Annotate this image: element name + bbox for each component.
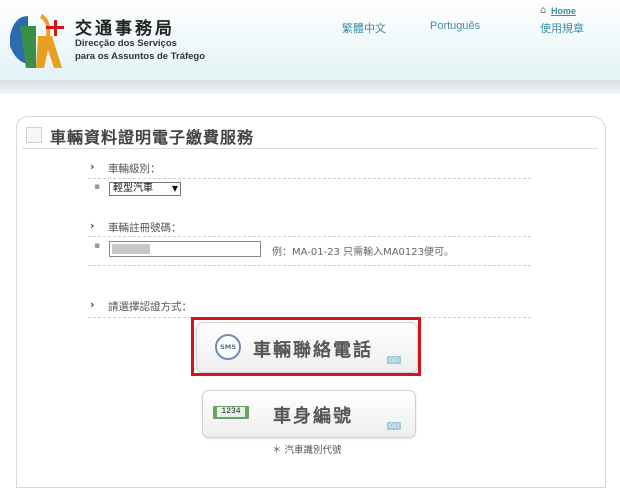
verification-method-label: 請選擇認證方式：	[108, 301, 192, 313]
vehicle-type-label: 車輛級別：	[108, 163, 161, 175]
org-name-portuguese-line2: para os Assuntos de Tráfego	[75, 51, 206, 62]
chevron-right-icon: ›	[90, 298, 95, 311]
chevron-right-icon: ›	[90, 160, 95, 173]
nav-terms-of-use[interactable]: 使用規章	[540, 20, 584, 36]
section-divider	[88, 178, 531, 179]
vehicle-type-select[interactable]: 輕型汽車 ▼	[109, 182, 181, 196]
vehicle-type-selected: 輕型汽車	[113, 183, 153, 194]
vin-verify-button[interactable]: 1234 車身編號 GO	[202, 390, 416, 438]
title-checkbox-icon	[26, 127, 42, 143]
section-divider	[88, 265, 531, 266]
nav-traditional-chinese[interactable]: 繁體中文	[342, 20, 386, 36]
page-title: 車輛資料證明電子繳費服務	[50, 128, 255, 147]
home-link[interactable]: Home	[551, 6, 576, 16]
dsat-logo[interactable]	[6, 6, 70, 72]
go-badge: GO	[387, 422, 401, 430]
bullet-icon: ▪	[94, 241, 101, 251]
org-name-portuguese-line1: Direcção dos Serviços	[75, 38, 177, 49]
plate-number-label: 車輛註冊號碼：	[108, 222, 182, 234]
vin-plate-icon: 1234	[213, 406, 249, 419]
title-divider	[22, 148, 598, 149]
chevron-down-icon: ▼	[171, 184, 178, 193]
plate-number-input[interactable]	[109, 241, 261, 257]
vin-footnote: ＊ 汽車識別代號	[272, 445, 342, 456]
section-divider	[88, 236, 531, 237]
chevron-right-icon: ›	[90, 219, 95, 232]
nav-portuguese[interactable]: Português	[430, 20, 480, 32]
plate-number-hint: 例：MA-01-23 只需輸入MA0123便可。	[272, 247, 455, 258]
bullet-icon: ▪	[94, 182, 101, 192]
home-icon[interactable]: ⌂	[540, 5, 546, 16]
highlight-box	[191, 317, 421, 376]
org-name-chinese: 交通事務局	[75, 19, 175, 39]
header-divider	[0, 80, 620, 94]
vin-verify-label: 車身編號	[273, 406, 353, 427]
plate-number-masked-value	[112, 244, 150, 254]
